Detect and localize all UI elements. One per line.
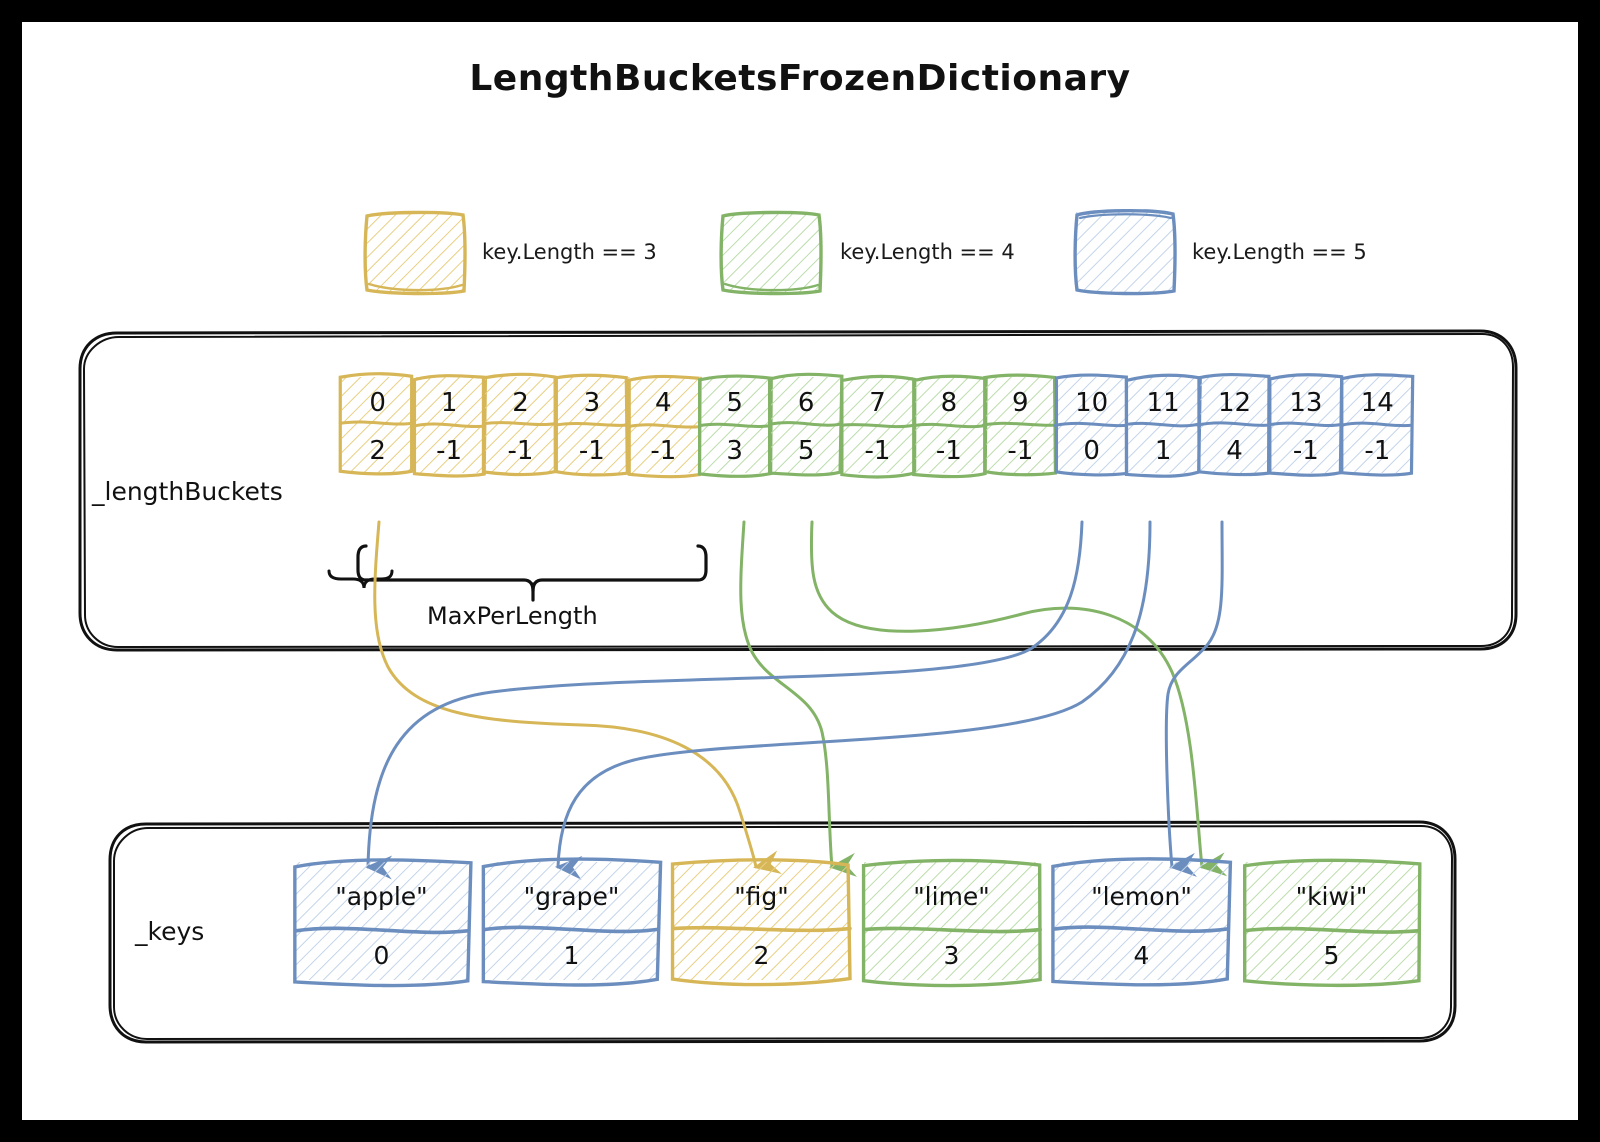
keys-array-svg bbox=[293, 857, 1422, 988]
keys-array: "apple" 0 "grape" 1 "fig" 2 "lime" 3 "lemon" 4 "ki… bbox=[22, 22, 1578, 1120]
diagram-canvas: LengthBucketsFrozenDictionary key.Length… bbox=[22, 22, 1578, 1120]
